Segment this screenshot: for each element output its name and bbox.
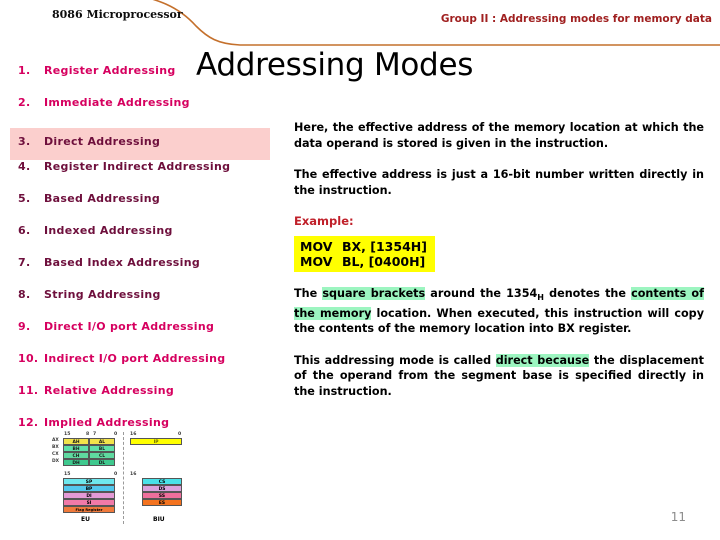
list-item-number: 12. bbox=[18, 416, 39, 429]
list-item-number: 7. bbox=[18, 256, 31, 269]
register-cell-lo: CL bbox=[89, 452, 115, 459]
list-item-selected[interactable]: 3. Direct Addressing bbox=[10, 128, 270, 160]
code-line: MOV BX, [1354H] bbox=[300, 239, 427, 254]
list-item[interactable]: 7. Based Index Addressing bbox=[0, 256, 288, 288]
group-label: Group II : Addressing modes for memory d… bbox=[440, 13, 712, 25]
list-item-label: Direct I/O port Addressing bbox=[44, 320, 215, 333]
register-cell-sp: SP bbox=[63, 478, 115, 485]
register-architecture-diagram: 15 8 7 0 AX AH AL BX BH BL CX CH CL DX D… bbox=[50, 432, 210, 532]
page-number: 11 bbox=[670, 510, 686, 524]
register-cell-cs: CS bbox=[142, 478, 182, 485]
hex-subscript: H bbox=[537, 293, 544, 303]
list-item-label: String Addressing bbox=[44, 288, 161, 301]
register-cell-hi: DH bbox=[63, 459, 89, 466]
paragraph-direct-because: This addressing mode is called direct be… bbox=[294, 353, 704, 400]
text-segment: The bbox=[294, 287, 323, 300]
code-block: MOV BX, [1354H] MOV BL, [0400H] bbox=[294, 236, 435, 272]
register-cell-si: SI bbox=[63, 499, 115, 506]
list-item-label: Direct Addressing bbox=[44, 135, 161, 148]
code-line: MOV BL, [0400H] bbox=[300, 254, 427, 269]
example-label: Example: bbox=[294, 214, 354, 228]
code-mnemonic: MOV bbox=[300, 239, 333, 254]
register-cell-bp: BP bbox=[63, 485, 115, 492]
list-item-number: 10. bbox=[18, 352, 39, 365]
register-cell-lo: AL bbox=[89, 438, 115, 445]
list-item-number: 8. bbox=[18, 288, 31, 301]
list-item[interactable]: 1. Register Addressing bbox=[0, 64, 288, 96]
list-item[interactable]: 11. Relative Addressing bbox=[0, 384, 288, 416]
list-item-number: 11. bbox=[18, 384, 39, 397]
code-operands: BL, [0400H] bbox=[342, 254, 426, 269]
list-item-number: 4. bbox=[18, 160, 31, 173]
register-cell-lo: BL bbox=[89, 445, 115, 452]
register-cell-ip: IP bbox=[130, 438, 182, 445]
register-row: AH AL bbox=[63, 438, 115, 445]
register-name-label: AX bbox=[52, 438, 59, 443]
list-item[interactable]: 6. Indexed Addressing bbox=[0, 224, 288, 256]
bit-label: 0 bbox=[178, 432, 182, 437]
content-column: Here, the effective address of the memor… bbox=[294, 120, 704, 415]
paragraph-16bit-number: The effective address is just a 16-bit n… bbox=[294, 168, 704, 197]
bit-label: 8 bbox=[86, 432, 90, 437]
list-item-label: Register Addressing bbox=[44, 64, 176, 77]
highlight-direct-because: direct because bbox=[495, 353, 590, 367]
list-item-label: Based Index Addressing bbox=[44, 256, 201, 269]
register-cell-hi: AH bbox=[63, 438, 89, 445]
list-item-label: Implied Addressing bbox=[44, 416, 170, 429]
list-item[interactable]: 8. String Addressing bbox=[0, 288, 288, 320]
code-mnemonic: MOV bbox=[300, 254, 333, 269]
list-item-number: 3. bbox=[18, 135, 31, 148]
bit-label: 15 bbox=[64, 432, 71, 437]
slide-subject-title: 8086 Microprocessor bbox=[52, 8, 183, 21]
register-cell-hi: CH bbox=[63, 452, 89, 459]
bit-label: 7 bbox=[93, 432, 97, 437]
bit-label: 15 bbox=[64, 472, 71, 477]
paragraph-effective-address: Here, the effective address of the memor… bbox=[294, 121, 704, 150]
bit-label: 16 bbox=[130, 472, 137, 477]
biu-label: BIU bbox=[153, 516, 165, 523]
list-item[interactable]: 9. Direct I/O port Addressing bbox=[0, 320, 288, 352]
bit-label: 16 bbox=[130, 432, 137, 437]
bit-label: 0 bbox=[114, 472, 118, 477]
list-item-label: Relative Addressing bbox=[44, 384, 175, 397]
list-item-label: Indexed Addressing bbox=[44, 224, 173, 237]
text-segment: denotes the bbox=[543, 287, 632, 300]
register-cell-hi: BH bbox=[63, 445, 89, 452]
list-item-label: Register Indirect Addressing bbox=[44, 160, 231, 173]
list-item[interactable]: 5. Based Addressing bbox=[0, 192, 288, 224]
eu-label: EU bbox=[81, 516, 90, 523]
list-item-label: Immediate Addressing bbox=[44, 96, 190, 109]
list-item-number: 6. bbox=[18, 224, 31, 237]
list-item-label: Based Addressing bbox=[44, 192, 161, 205]
text-segment: This addressing mode is called bbox=[294, 353, 496, 367]
paragraph-square-brackets: The square brackets around the 1354H den… bbox=[294, 286, 704, 337]
register-row: BH BL bbox=[63, 445, 115, 452]
register-row: DH DL bbox=[63, 459, 115, 466]
register-cell-ds: DS bbox=[142, 485, 182, 492]
list-item-number: 5. bbox=[18, 192, 31, 205]
list-item-number: 2. bbox=[18, 96, 31, 109]
register-cell-di: DI bbox=[63, 492, 115, 499]
list-item-number: 1. bbox=[18, 64, 31, 77]
register-cell-flags: Flag Register bbox=[63, 506, 115, 513]
list-item-number: 9. bbox=[18, 320, 31, 333]
register-cell-ss: SS bbox=[142, 492, 182, 499]
list-item[interactable]: 10. Indirect I/O port Addressing bbox=[0, 352, 288, 384]
text-segment: around the 1354 bbox=[425, 287, 538, 300]
list-item[interactable]: 2. Immediate Addressing bbox=[0, 96, 288, 128]
diagram-divider bbox=[123, 432, 124, 524]
code-operands: BX, [1354H] bbox=[342, 239, 427, 254]
register-name-label: CX bbox=[52, 452, 59, 457]
list-item[interactable]: 4. Register Indirect Addressing bbox=[0, 160, 288, 192]
highlight-square-brackets: square brackets bbox=[322, 287, 426, 300]
addressing-modes-list: 1. Register Addressing 2. Immediate Addr… bbox=[0, 64, 288, 448]
register-row: CH CL bbox=[63, 452, 115, 459]
list-item-label: Indirect I/O port Addressing bbox=[44, 352, 226, 365]
register-name-label: DX bbox=[52, 459, 60, 464]
register-cell-lo: DL bbox=[89, 459, 115, 466]
bit-label: 0 bbox=[114, 432, 118, 437]
register-cell-es: ES bbox=[142, 499, 182, 506]
register-name-label: BX bbox=[52, 445, 59, 450]
